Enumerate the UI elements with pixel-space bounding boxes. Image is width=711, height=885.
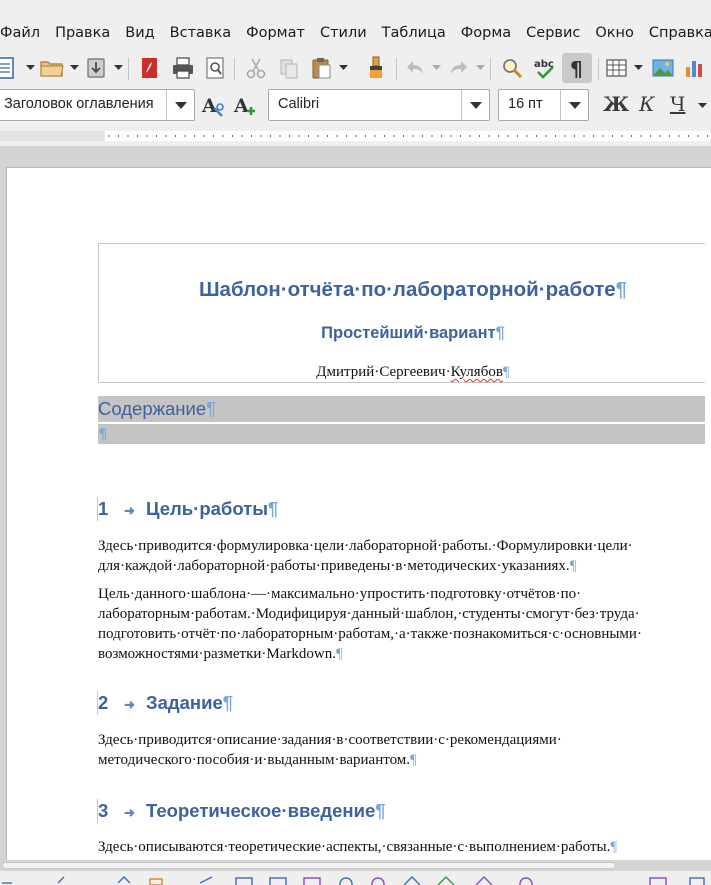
toc-heading[interactable]: Содержание¶	[98, 396, 705, 422]
font-size-value: 16 пт	[508, 96, 543, 112]
underline-button[interactable]: Ч	[670, 92, 685, 116]
toc-empty-paragraph[interactable]: ¶	[98, 424, 705, 444]
insert-table-icon[interactable]	[602, 53, 632, 83]
copy-icon[interactable]	[274, 53, 304, 83]
find-replace-icon[interactable]	[497, 53, 527, 83]
menubar: Файл Правка Вид Вставка Формат Стили Таб…	[0, 14, 711, 52]
drawing-toolbar[interactable]	[0, 871, 711, 885]
menu-edit[interactable]: Правка	[47, 14, 117, 52]
insert-chart-icon[interactable]	[680, 53, 710, 83]
bold-button[interactable]: Ж	[603, 92, 629, 116]
section-heading[interactable]: 3 ➜ Теоретическое·введение¶	[98, 800, 386, 822]
window-top-strip	[0, 0, 711, 14]
pilcrow-mark: ¶	[206, 398, 217, 419]
document-author[interactable]: Дмитрий·Сергеевич·Кулябов¶	[98, 364, 711, 381]
body-paragraph[interactable]: Цель·данного·шаблона·—·максимально·упрос…	[98, 584, 711, 664]
toolbar-separator	[598, 58, 599, 80]
spellcheck-icon[interactable]: abc	[530, 53, 560, 83]
export-pdf-icon[interactable]	[135, 53, 165, 83]
menu-styles[interactable]: Стили	[312, 14, 374, 52]
paste-icon[interactable]	[306, 53, 336, 83]
chevron-down-icon[interactable]	[113, 62, 123, 74]
standard-toolbar: abc ¶	[0, 52, 711, 86]
horizontal-ruler[interactable]	[0, 126, 711, 146]
document-title[interactable]: Шаблон·отчёта·по·лабораторной·работе¶	[98, 278, 711, 302]
chevron-down-icon[interactable]	[461, 90, 489, 120]
toolbar-separator	[396, 58, 397, 80]
document-subtitle[interactable]: Простейший·вариант¶	[98, 324, 711, 343]
pilcrow-mark: ¶	[502, 364, 510, 380]
menu-file[interactable]: Файл	[0, 14, 47, 52]
menu-help[interactable]: Справка	[641, 14, 711, 52]
print-icon[interactable]	[168, 53, 198, 83]
italic-button[interactable]: К	[639, 92, 654, 116]
ruler-margin	[0, 131, 105, 141]
pilcrow-mark: ¶	[495, 324, 505, 342]
horizontal-scrollbar[interactable]	[0, 860, 711, 871]
body-paragraph[interactable]: Здесь·приводится·описание·задания·в·соот…	[98, 730, 711, 770]
svg-text:¶: ¶	[570, 57, 583, 81]
new-document-icon[interactable]	[0, 53, 20, 83]
insert-image-icon[interactable]	[648, 53, 678, 83]
menu-insert[interactable]: Вставка	[162, 14, 238, 52]
toolbar-separator	[490, 58, 491, 80]
font-name-value: Calibri	[278, 96, 320, 112]
ruler-body	[105, 131, 711, 141]
menu-table[interactable]: Таблица	[374, 14, 453, 52]
new-style-icon[interactable]: A	[230, 91, 260, 121]
redo-icon[interactable]	[444, 53, 474, 83]
formatting-marks-icon[interactable]: ¶	[562, 53, 592, 83]
clone-formatting-icon[interactable]	[361, 53, 391, 83]
print-preview-icon[interactable]	[200, 53, 230, 83]
paragraph-style-value: Заголовок оглавления	[4, 96, 154, 112]
toolbar-separator	[128, 58, 129, 80]
chevron-down-icon[interactable]	[633, 62, 643, 74]
font-size-select[interactable]: 16 пт	[498, 89, 589, 121]
document-canvas[interactable]: Шаблон·отчёта·по·лабораторной·работе¶ Пр…	[0, 146, 711, 860]
chevron-down-icon[interactable]	[697, 100, 707, 112]
chevron-down-icon[interactable]	[166, 90, 194, 120]
undo-icon[interactable]	[400, 53, 430, 83]
menu-format[interactable]: Формат	[238, 14, 312, 52]
pilcrow-mark: ¶	[98, 425, 108, 443]
pilcrow-mark: ¶	[268, 498, 279, 519]
open-folder-icon[interactable]	[37, 53, 67, 83]
chevron-down-icon[interactable]	[431, 62, 441, 74]
section-heading[interactable]: 2 ➜ Задание¶	[98, 692, 233, 714]
pilcrow-mark: ¶	[375, 800, 386, 821]
pilcrow-mark: ¶	[615, 278, 628, 301]
paragraph-style-select[interactable]: Заголовок оглавления	[0, 89, 195, 121]
body-paragraph[interactable]: Здесь·описываются·теоретические·аспекты,…	[98, 837, 711, 857]
menu-window[interactable]: Окно	[587, 14, 641, 52]
toolbar-separator	[234, 58, 235, 80]
chevron-down-icon[interactable]	[475, 62, 485, 74]
chevron-down-icon[interactable]	[338, 62, 348, 74]
svg-text:A: A	[233, 95, 249, 117]
chevron-down-icon[interactable]	[560, 90, 588, 120]
menu-form[interactable]: Форма	[453, 14, 518, 52]
title-block-frame	[98, 243, 705, 383]
menu-view[interactable]: Вид	[117, 14, 161, 52]
section-heading[interactable]: 1 ➜ Цель·работы¶	[98, 498, 278, 520]
menu-tools[interactable]: Сервис	[518, 14, 587, 52]
save-icon[interactable]	[81, 53, 111, 83]
pilcrow-mark: ¶	[222, 692, 234, 713]
font-name-select[interactable]: Calibri	[268, 89, 490, 121]
scrollbar-thumb[interactable]	[2, 862, 616, 869]
spelling-error: Кулябов	[450, 364, 503, 380]
body-paragraph[interactable]: Здесь·приводится·формулировка·цели·лабор…	[98, 536, 711, 576]
chevron-down-icon[interactable]	[25, 62, 35, 74]
update-style-icon[interactable]: A	[198, 91, 228, 121]
svg-text:A: A	[201, 95, 217, 117]
formatting-toolbar: Заголовок оглавления A A Calibri 16 пт Ж…	[0, 86, 711, 126]
chevron-down-icon[interactable]	[69, 62, 79, 74]
cut-icon[interactable]	[241, 53, 271, 83]
